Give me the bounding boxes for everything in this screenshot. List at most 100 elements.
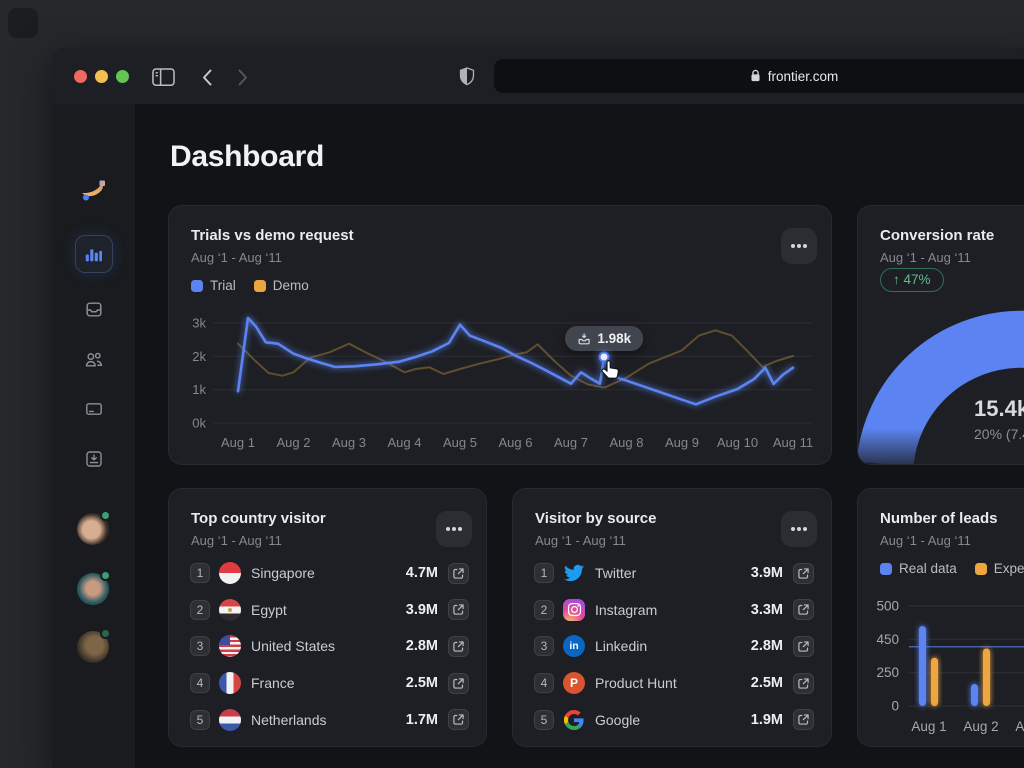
external-link-button[interactable]: [448, 599, 469, 620]
card-menu-button[interactable]: [781, 228, 817, 264]
rank-badge: 5: [190, 710, 210, 730]
chart-legend: Trial Demo: [191, 278, 309, 293]
legend-item-demo: Demo: [254, 278, 309, 293]
inbox-icon: [83, 299, 104, 320]
expected-color-chip: [975, 563, 987, 575]
card-subtitle: Aug ‘1 - Aug ‘11: [191, 250, 282, 265]
sidebar-toggle-button[interactable]: [151, 67, 175, 87]
avatar-user-1[interactable]: [77, 513, 109, 545]
flag-netherlands-icon: [219, 709, 241, 731]
external-link-icon: [798, 604, 809, 615]
chevron-right-icon: [238, 69, 248, 86]
browser-window: frontier.com Dashboard Trials vs demo re…: [52, 48, 1024, 768]
external-link-button[interactable]: [793, 563, 814, 584]
window-close-button[interactable]: [74, 70, 87, 83]
flag-egypt-icon: [219, 599, 241, 621]
external-link-icon: [453, 568, 464, 579]
users-icon: [83, 349, 104, 370]
row-value: 2.5M: [751, 675, 783, 691]
window-zoom-button[interactable]: [116, 70, 129, 83]
twitter-icon: [563, 562, 585, 584]
trials-line-chart[interactable]: 0k1k2k3kAug 1Aug 2Aug 3Aug 4Aug 5Aug 6Au…: [169, 301, 832, 456]
svg-text:3k: 3k: [192, 316, 206, 331]
external-link-button[interactable]: [448, 709, 469, 730]
row-value: 4.7M: [406, 565, 438, 581]
privacy-shield-icon[interactable]: [459, 67, 475, 86]
back-button[interactable]: [201, 69, 213, 86]
row-label: United States: [251, 638, 406, 654]
google-icon: [563, 709, 585, 731]
card-menu-button[interactable]: [781, 511, 817, 547]
tooltip-value: 1.98k: [597, 331, 631, 346]
number-of-leads-card: Number of leads Aug ‘1 - Aug ‘11 Real da…: [857, 488, 1024, 747]
svg-text:0k: 0k: [192, 416, 206, 431]
row-value: 3.3M: [751, 602, 783, 618]
card-title: Top country visitor: [191, 510, 326, 527]
sidebar-toggle-icon: [152, 68, 175, 86]
svg-text:Aug 5: Aug 5: [443, 435, 477, 450]
desktop: frontier.com Dashboard Trials vs demo re…: [0, 0, 1024, 768]
row-label: Netherlands: [251, 712, 406, 728]
card-subtitle: Aug ‘1 - Aug ‘11: [880, 533, 971, 548]
svg-text:Aug 8: Aug 8: [610, 435, 644, 450]
row-label: Linkedin: [595, 638, 751, 654]
address-bar[interactable]: frontier.com: [494, 59, 1024, 93]
rank-badge: 3: [534, 636, 554, 656]
svg-text:Aug 3: Aug 3: [1015, 719, 1024, 734]
leads-bar-chart: 0250450500Aug 1Aug 2Aug 3: [858, 589, 1024, 744]
rank-badge: 1: [190, 563, 210, 583]
external-link-icon: [798, 641, 809, 652]
rank-badge: 2: [190, 600, 210, 620]
real-data-color-chip: [880, 563, 892, 575]
external-link-button[interactable]: [448, 563, 469, 584]
svg-text:450: 450: [876, 632, 899, 647]
rank-badge: 1: [534, 563, 554, 583]
card-subtitle: Aug ‘1 - Aug ‘11: [191, 533, 282, 548]
forward-button[interactable]: [237, 69, 249, 86]
svg-text:Aug 6: Aug 6: [499, 435, 533, 450]
card-menu-button[interactable]: [436, 511, 472, 547]
external-link-button[interactable]: [793, 599, 814, 620]
desktop-corner-widget: [8, 8, 38, 38]
sidebar-item-inbox[interactable]: [83, 299, 104, 320]
external-link-button[interactable]: [793, 673, 814, 694]
row-label: France: [251, 675, 406, 691]
row-value: 2.8M: [751, 638, 783, 654]
online-status-dot: [100, 510, 111, 521]
external-link-button[interactable]: [793, 636, 814, 657]
external-link-button[interactable]: [793, 709, 814, 730]
sidebar-item-users[interactable]: [83, 349, 104, 370]
card-title: Trials vs demo request: [191, 227, 354, 244]
external-link-icon: [453, 714, 464, 725]
list-item: 3inLinkedin2.8M: [534, 628, 814, 665]
chart-legend: Real data Expected: [880, 561, 1024, 576]
list-item: 2Instagram3.3M: [534, 592, 814, 629]
external-link-button[interactable]: [448, 673, 469, 694]
url-text: frontier.com: [768, 69, 839, 84]
ellipsis-icon: [797, 244, 801, 248]
external-link-icon: [798, 678, 809, 689]
list-item: 5 Netherlands1.7M: [190, 701, 469, 738]
avatar-user-2[interactable]: [77, 573, 109, 605]
external-link-button[interactable]: [448, 636, 469, 657]
sidebar-item-billing[interactable]: [84, 399, 104, 419]
sidebar-item-downloads[interactable]: [84, 449, 104, 469]
sidebar-item-analytics[interactable]: [75, 235, 113, 273]
flag-united-states-icon: [219, 635, 241, 657]
list-item: 1Twitter3.9M: [534, 555, 814, 592]
legend-label: Expected: [994, 561, 1024, 576]
hand-cursor-icon: [598, 358, 623, 388]
flag-france-icon: [219, 672, 241, 694]
rank-badge: 2: [534, 600, 554, 620]
external-link-icon: [798, 568, 809, 579]
row-value: 1.7M: [406, 712, 438, 728]
svg-text:Aug 7: Aug 7: [554, 435, 588, 450]
chart-tooltip: 1.98k: [565, 326, 643, 351]
avatar-user-3[interactable]: [77, 631, 109, 663]
trials-vs-demo-card: Trials vs demo request Aug ‘1 - Aug ‘11 …: [168, 205, 832, 465]
rank-badge: 5: [534, 710, 554, 730]
external-link-icon: [798, 714, 809, 725]
app-logo-icon[interactable]: [78, 176, 108, 206]
list-item: 2Egypt3.9M: [190, 592, 469, 629]
window-minimize-button[interactable]: [95, 70, 108, 83]
